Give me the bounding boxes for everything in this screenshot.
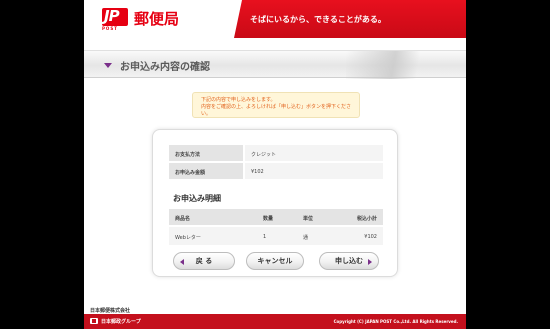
product-subtotal: ¥102 — [364, 234, 377, 240]
amount-label: お申込み金額 — [169, 163, 243, 179]
site-footer: 日本郵政グループ Copyright (C) JAPAN POST Co.,Lt… — [84, 314, 466, 329]
tagline: そばにいるから、できることがある。 — [250, 15, 386, 24]
cancel-button-label: キャンセル — [257, 257, 293, 265]
col-product: 商品名 — [175, 216, 191, 222]
notice-line-2: 内容をご確認の上、よろしければ「申し込む」ボタンを押下ください。 — [201, 104, 352, 117]
cancel-button[interactable]: キャンセル — [246, 252, 304, 270]
page-title-bar: お申込み内容の確認 — [84, 50, 466, 79]
submit-button[interactable]: 申し込む — [319, 252, 379, 270]
back-button[interactable]: 戻 る — [173, 252, 235, 270]
details-table: 商品名 数量 単位 税込小計 Webレター 1 通 ¥102 — [169, 209, 383, 245]
site-header: JP POST 郵便局 そばにいるから、できることがある。 — [84, 0, 466, 38]
title-bar-decoration — [346, 51, 466, 79]
back-button-label: 戻 る — [195, 257, 213, 265]
product-name: Webレター — [175, 235, 201, 241]
triangle-down-icon — [104, 63, 112, 68]
col-subtotal: 税込小計 — [356, 216, 377, 222]
copyright: Copyright (C) JAPAN POST Co.,Ltd. All Ri… — [333, 319, 458, 324]
notice-line-1: 下記の内容で申し込みをします。 — [201, 97, 276, 103]
payment-method-label: お支払方法 — [169, 145, 243, 161]
table-row: Webレター 1 通 ¥102 — [169, 227, 383, 245]
submit-button-label: 申し込む — [335, 257, 363, 265]
page-title: お申込み内容の確認 — [120, 62, 210, 73]
amount-row: お申込み金額 ¥102 — [169, 163, 383, 179]
amount-value: ¥102 — [245, 163, 383, 179]
logo-name: 郵便局 — [134, 10, 180, 28]
details-title: お申込み明細 — [173, 194, 221, 203]
group-name: 日本郵政グループ — [101, 319, 141, 325]
page: JP POST 郵便局 そばにいるから、できることがある。 お申込み内容の確認 … — [84, 0, 466, 329]
company-name: 日本郵便株式会社 — [90, 308, 131, 314]
logo-post-text: POST — [102, 26, 118, 31]
group-logo-icon — [90, 318, 98, 324]
col-quantity: 数量 — [263, 216, 274, 222]
product-quantity: 1 — [263, 234, 267, 240]
arrow-left-icon — [180, 259, 184, 265]
arrow-right-icon — [368, 259, 372, 265]
logo-mark: JP — [104, 7, 120, 25]
col-unit: 単位 — [303, 216, 314, 222]
confirmation-card: お支払方法 クレジット お申込み金額 ¥102 お申込み明細 商品名 数量 単位… — [152, 129, 398, 277]
payment-method-value: クレジット — [245, 145, 383, 161]
notice-box: 下記の内容で申し込みをします。 内容をご確認の上、よろしければ「申し込む」ボタン… — [192, 92, 360, 118]
payment-method-row: お支払方法 クレジット — [169, 145, 383, 161]
product-unit: 通 — [303, 235, 309, 241]
table-header: 商品名 数量 単位 税込小計 — [169, 209, 383, 225]
